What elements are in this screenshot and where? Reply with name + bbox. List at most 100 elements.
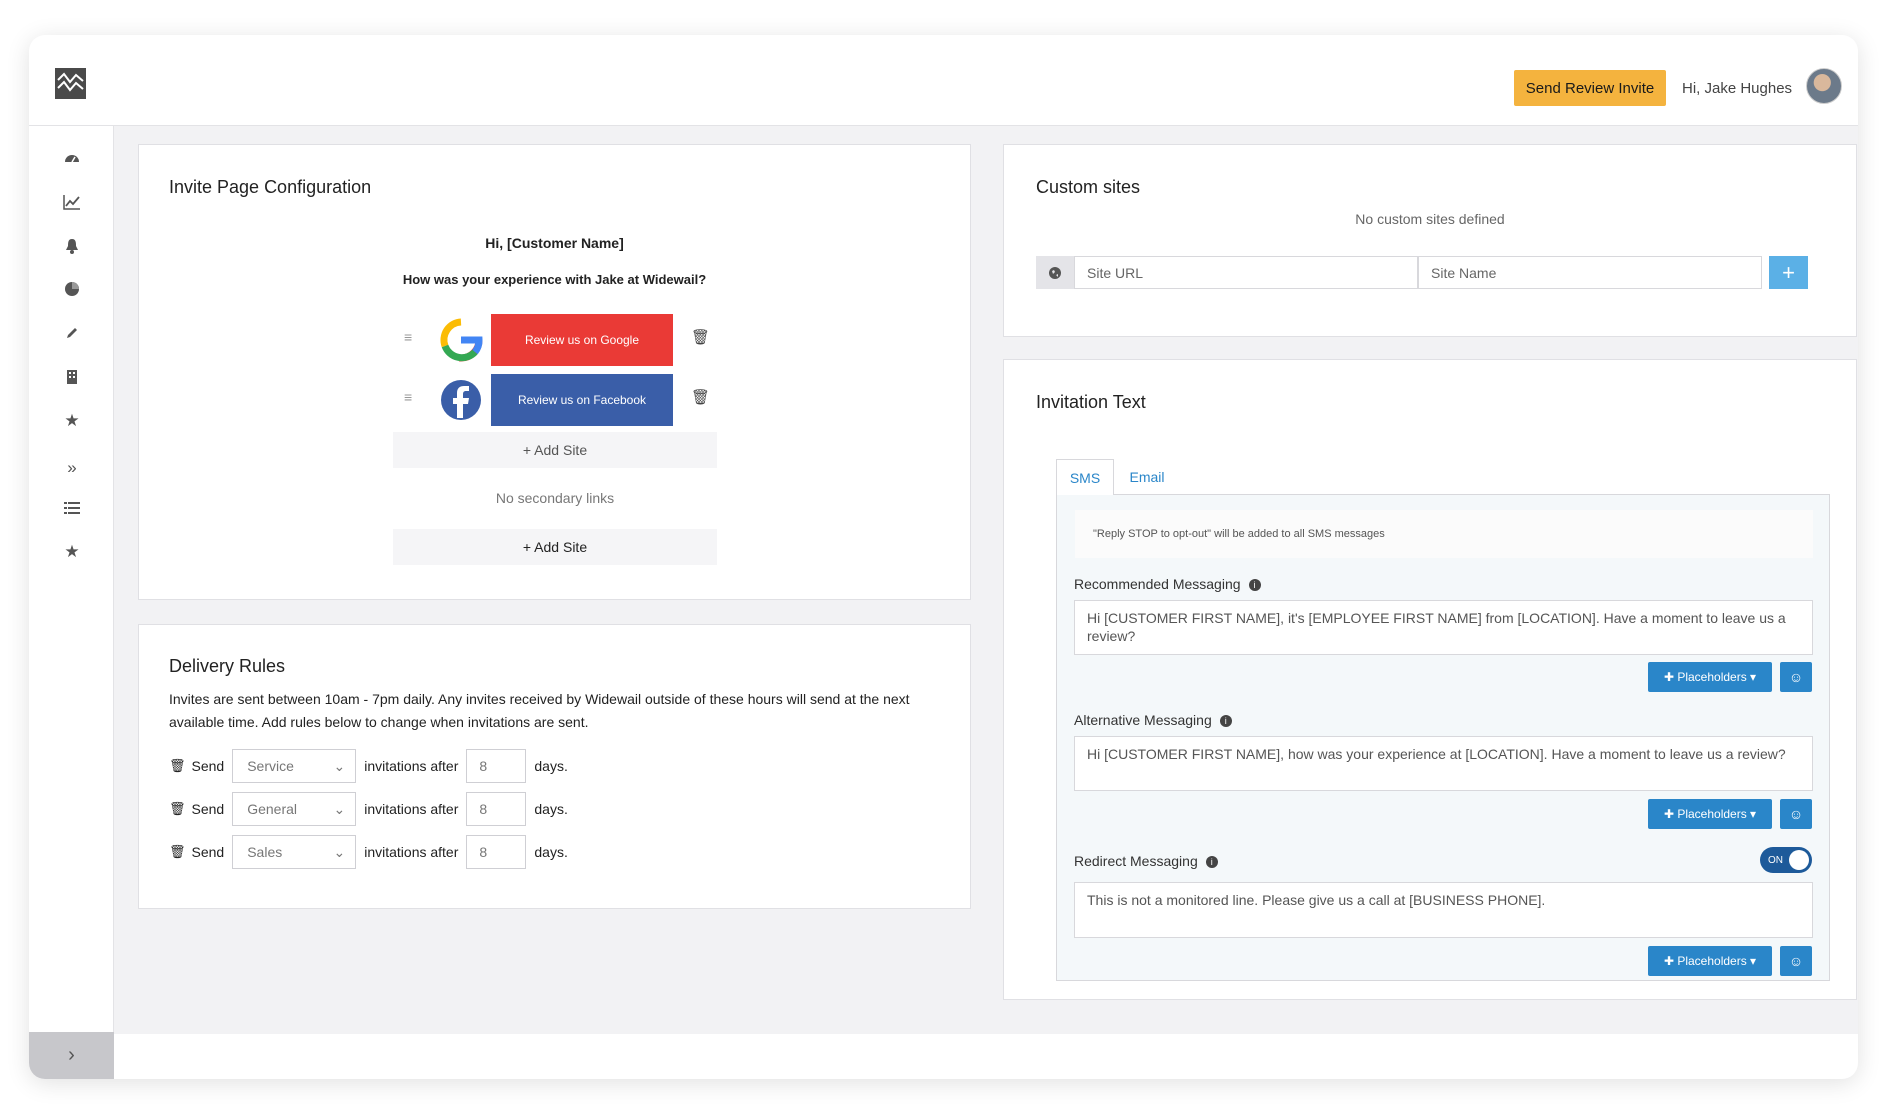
- sms-panel: "Reply STOP to opt-out" will be added to…: [1056, 494, 1830, 981]
- rule-after-label: invitations after: [364, 758, 459, 774]
- rule-days-label: days.: [534, 844, 568, 860]
- redirect-message-textarea[interactable]: This is not a monitored line. Please giv…: [1074, 882, 1813, 938]
- card-title: Custom sites: [1036, 177, 1141, 197]
- select-value: General: [247, 801, 298, 817]
- no-secondary-links: No secondary links: [495, 490, 615, 506]
- custom-sites-card: Custom sites No custom sites defined Sit…: [1003, 144, 1857, 337]
- select-value: Sales: [247, 844, 283, 860]
- add-secondary-site-button[interactable]: + Add Site: [393, 529, 717, 565]
- site-url-input[interactable]: Site URL: [1074, 256, 1418, 289]
- site-name-input[interactable]: Site Name: [1418, 256, 1762, 289]
- google-icon: [439, 318, 483, 362]
- emoji-icon[interactable]: ☺: [1780, 799, 1812, 829]
- review-facebook-button[interactable]: Review us on Facebook: [491, 374, 673, 426]
- no-custom-sites: No custom sites defined: [1355, 211, 1505, 227]
- avatar[interactable]: [1806, 68, 1842, 104]
- button-label: Placeholders: [1677, 670, 1747, 684]
- user-greeting: Hi, Jake Hughes: [1682, 80, 1793, 97]
- facebook-icon: [439, 378, 483, 422]
- delivery-description: Invites are sent between 10am - 7pm dail…: [169, 691, 910, 730]
- review-google-button[interactable]: Review us on Google: [491, 314, 673, 366]
- trash-icon[interactable]: 🗑: [691, 328, 710, 346]
- rule-days-input[interactable]: 8: [466, 749, 527, 783]
- rule-days-label: days.: [534, 801, 568, 817]
- pencil-icon[interactable]: [62, 323, 82, 343]
- info-icon[interactable]: i: [1248, 579, 1261, 591]
- drag-handle-icon[interactable]: ≡: [404, 329, 412, 345]
- chevron-down-icon: ⌄: [333, 757, 346, 774]
- add-site-button[interactable]: + Add Site: [393, 432, 717, 468]
- rule-after-label: invitations after: [364, 801, 459, 817]
- tab-sms[interactable]: SMS: [1056, 459, 1114, 495]
- label-text: Alternative Messaging: [1074, 712, 1212, 728]
- button-label: Placeholders: [1677, 954, 1747, 968]
- delivery-rule-row: 🗑 Send Sales ⌄ invitations after 8 days.: [169, 835, 568, 869]
- double-chevron-right-icon[interactable]: »: [62, 458, 82, 478]
- star-icon[interactable]: ★: [62, 542, 82, 562]
- chevron-down-icon: ⌄: [333, 843, 346, 860]
- add-custom-site-button[interactable]: +: [1769, 256, 1808, 289]
- sms-opt-out-notice: "Reply STOP to opt-out" will be added to…: [1075, 510, 1813, 558]
- trash-icon[interactable]: 🗑: [169, 758, 186, 774]
- toggle-label: ON: [1768, 854, 1783, 866]
- emoji-icon[interactable]: ☺: [1780, 946, 1812, 976]
- trash-icon[interactable]: 🗑: [169, 844, 186, 860]
- redirect-label: Redirect Messaging i: [1074, 853, 1218, 869]
- rule-days-input[interactable]: 8: [466, 792, 527, 826]
- delivery-rule-row: 🗑 Send General ⌄ invitations after 8 days…: [169, 792, 568, 826]
- rule-type-select[interactable]: Service ⌄: [232, 749, 357, 783]
- rule-send-label: Send: [191, 801, 225, 817]
- card-title: Delivery Rules: [169, 656, 286, 676]
- invite-config-card: Invite Page Configuration Hi, [Customer …: [138, 144, 971, 600]
- label-text: Recommended Messaging: [1074, 576, 1241, 592]
- info-icon[interactable]: i: [1205, 856, 1218, 868]
- placeholders-button[interactable]: ✚ Placeholders ▾: [1648, 799, 1772, 829]
- info-icon[interactable]: i: [1219, 715, 1232, 727]
- card-title: Invitation Text: [1036, 392, 1146, 412]
- placeholders-button[interactable]: ✚ Placeholders ▾: [1648, 946, 1772, 976]
- recommended-label: Recommended Messaging i: [1074, 576, 1261, 592]
- top-bar: Send Review Invite Hi, Jake Hughes: [29, 35, 1858, 126]
- alternative-label: Alternative Messaging i: [1074, 712, 1232, 728]
- emoji-icon[interactable]: ☺: [1780, 662, 1812, 692]
- sidebar-expand-button[interactable]: ›: [29, 1032, 114, 1079]
- bell-icon[interactable]: [62, 236, 82, 256]
- send-review-invite-button[interactable]: Send Review Invite: [1514, 70, 1666, 106]
- star-icon[interactable]: ★: [62, 411, 82, 431]
- rule-send-label: Send: [191, 758, 225, 774]
- sidebar: ★ » ★ ›: [29, 126, 114, 1079]
- preview-greeting: Hi, [Customer Name]: [485, 235, 624, 251]
- chevron-down-icon: ⌄: [333, 800, 346, 817]
- button-label: Placeholders: [1677, 807, 1747, 821]
- app-window: Send Review Invite Hi, Jake Hughes ★ » ★: [29, 35, 1858, 1079]
- footer-strip: [114, 1034, 1858, 1079]
- dashboard-icon[interactable]: [62, 148, 82, 168]
- tab-email[interactable]: Email: [1118, 459, 1176, 495]
- recommended-message-textarea[interactable]: Hi [CUSTOMER FIRST NAME], it's [EMPLOYEE…: [1074, 600, 1813, 655]
- rule-days-label: days.: [534, 758, 568, 774]
- drag-handle-icon[interactable]: ≡: [404, 389, 412, 405]
- list-icon[interactable]: [62, 498, 82, 518]
- delivery-rules-card: Delivery Rules Invites are sent between …: [138, 624, 971, 909]
- rule-send-label: Send: [191, 844, 225, 860]
- toggle-knob: [1789, 850, 1809, 870]
- label-text: Redirect Messaging: [1074, 853, 1198, 869]
- alternative-message-textarea[interactable]: Hi [CUSTOMER FIRST NAME], how was your e…: [1074, 736, 1813, 791]
- card-title: Invite Page Configuration: [169, 177, 372, 197]
- globe-icon: [1036, 256, 1074, 289]
- building-icon[interactable]: [62, 367, 82, 387]
- widewail-logo-icon[interactable]: [55, 68, 86, 99]
- trash-icon[interactable]: 🗑: [169, 801, 186, 817]
- rule-type-select[interactable]: Sales ⌄: [232, 835, 357, 869]
- pie-chart-icon[interactable]: [62, 279, 82, 299]
- chevron-right-icon: ›: [68, 1044, 75, 1066]
- trash-icon[interactable]: 🗑: [691, 388, 710, 406]
- select-value: Service: [247, 758, 294, 774]
- rule-type-select[interactable]: General ⌄: [232, 792, 357, 826]
- rule-after-label: invitations after: [364, 844, 459, 860]
- delivery-rule-row: 🗑 Send Service ⌄ invitations after 8 days…: [169, 749, 568, 783]
- rule-days-input[interactable]: 8: [466, 835, 527, 869]
- chart-line-icon[interactable]: [62, 192, 82, 212]
- redirect-toggle[interactable]: ON: [1760, 847, 1812, 873]
- placeholders-button[interactable]: ✚ Placeholders ▾: [1648, 662, 1772, 692]
